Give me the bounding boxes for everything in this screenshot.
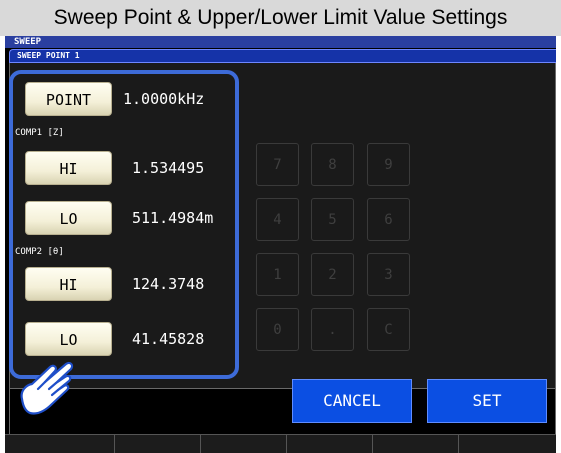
figure-caption: Sweep Point & Upper/Lower Limit Value Se… (0, 0, 561, 36)
key-clear[interactable]: C (367, 308, 410, 351)
key-2[interactable]: 2 (311, 253, 354, 296)
device-screen: SWEEP SWEEP POINT 1 POINT 1.0000kHz COMP… (5, 36, 556, 453)
sub-title: SWEEP POINT 1 (9, 49, 556, 63)
bottom-tab (373, 435, 459, 453)
bottom-tab (287, 435, 373, 453)
bottom-tab-strip (5, 434, 556, 453)
bottom-tab (115, 435, 201, 453)
key-8[interactable]: 8 (311, 143, 354, 186)
cancel-button[interactable]: CANCEL (292, 379, 412, 423)
key-decimal[interactable]: . (311, 308, 354, 351)
selection-highlight (9, 70, 239, 379)
key-6[interactable]: 6 (367, 198, 410, 241)
window-title: SWEEP (5, 36, 556, 48)
key-0[interactable]: 0 (256, 308, 299, 351)
key-5[interactable]: 5 (311, 198, 354, 241)
key-4[interactable]: 4 (256, 198, 299, 241)
set-button[interactable]: SET (427, 379, 547, 423)
bottom-tab (5, 435, 115, 453)
key-9[interactable]: 9 (367, 143, 410, 186)
key-3[interactable]: 3 (367, 253, 410, 296)
hand-pointer-icon (20, 361, 74, 415)
bottom-tab (201, 435, 287, 453)
key-7[interactable]: 7 (256, 143, 299, 186)
key-1[interactable]: 1 (256, 253, 299, 296)
